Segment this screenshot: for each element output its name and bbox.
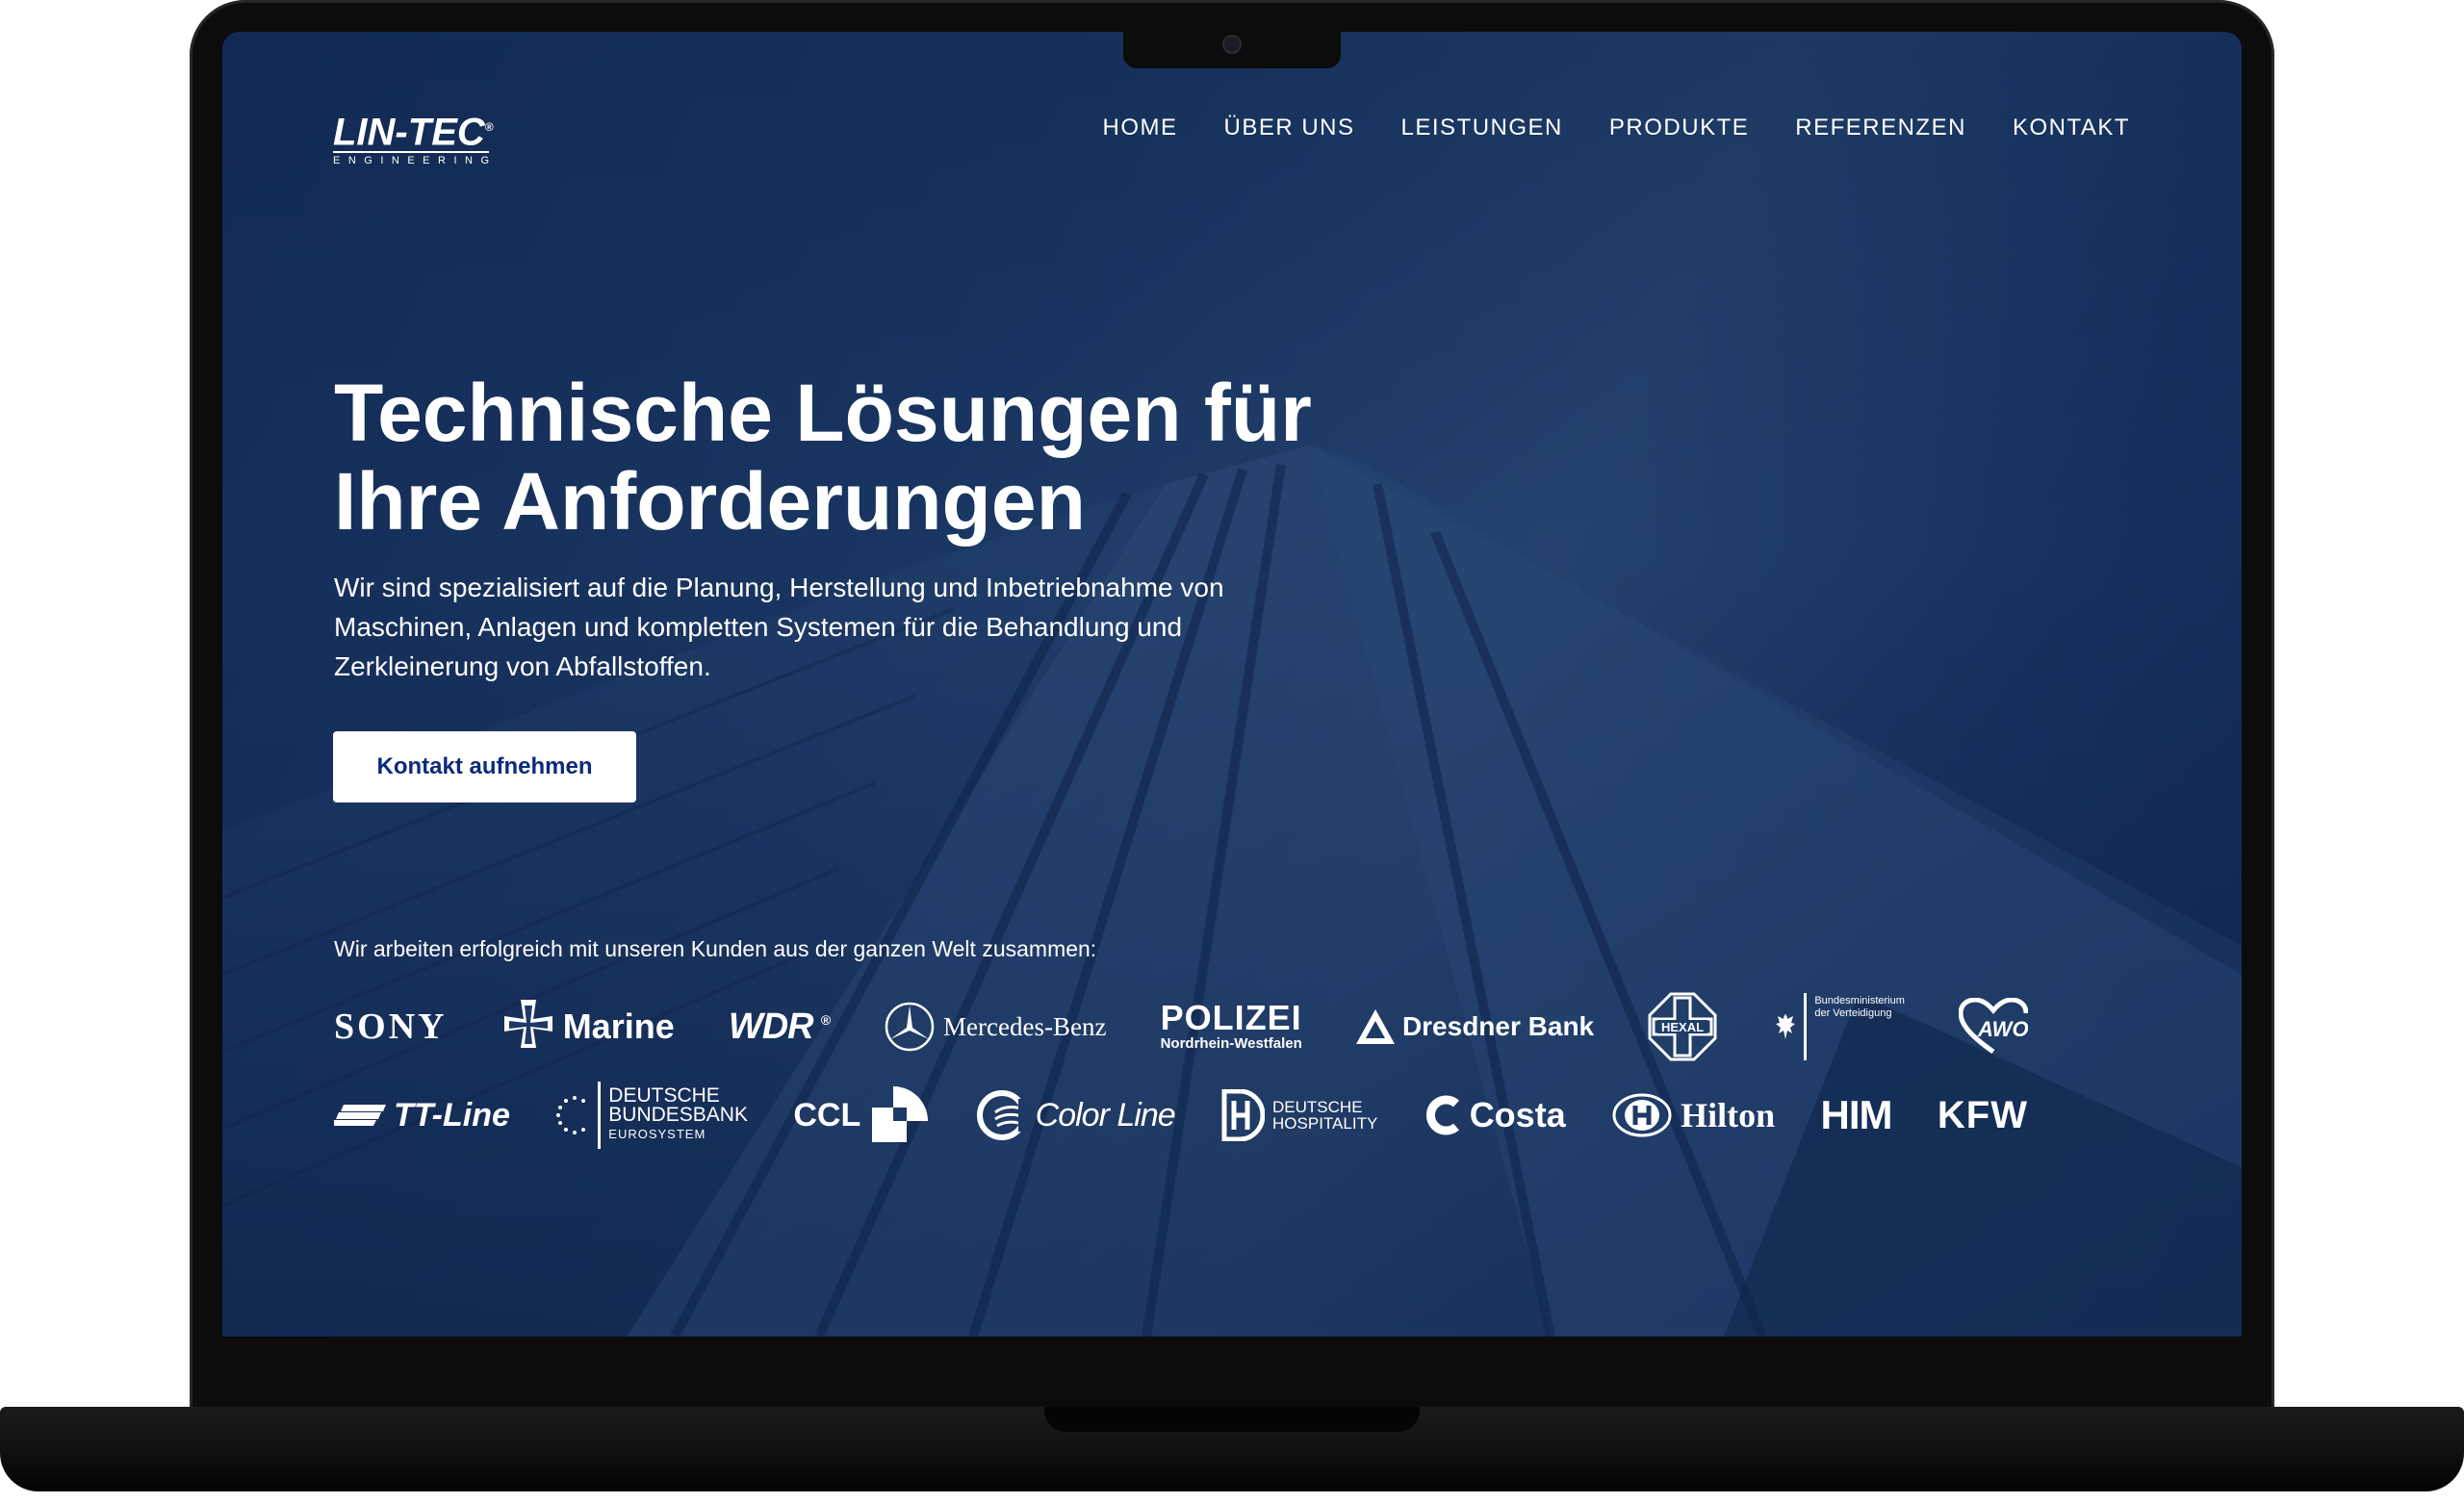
laptop-base-notch <box>1044 1407 1420 1432</box>
bundesbank-line-1: DEUTSCHE <box>608 1084 720 1107</box>
camera-icon <box>1222 35 1242 54</box>
ccl-square-icon <box>872 1086 929 1142</box>
mercedes-wordmark: Mercedes-Benz <box>943 1011 1107 1041</box>
awo-wordmark: AWO <box>1977 1017 2028 1041</box>
nav-home[interactable]: HOME <box>1102 115 1177 141</box>
costa-wordmark: Costa <box>1469 1095 1566 1134</box>
deutsche-hospitality-line-2: HOSPITALITY <box>1272 1114 1378 1133</box>
client-logo-color-line: Color Line <box>976 1089 1176 1141</box>
client-logo-kfw: KFW <box>1938 1094 2028 1137</box>
bmvg-line-2: der Verteidigung <box>1814 1007 1892 1019</box>
mercedes-star-icon <box>885 1002 935 1052</box>
hero-title: Technische Lösungen für Ihre Anforderung… <box>334 369 1393 546</box>
main-navigation: HOME ÜBER UNS LEISTUNGEN PRODUKTE REFERE… <box>1102 115 2130 141</box>
website-screen: LIN-TEC® ENGINEERING HOME ÜBER UNS LEIST… <box>222 32 2242 1337</box>
polizei-subtitle: Nordrhein-Westfalen <box>1160 1035 1302 1052</box>
logo-subtitle: ENGINEERING <box>333 151 489 166</box>
client-logos-row-1: SONY Marine WDR ® Mercedes-Benz POLIZEI N… <box>334 990 2028 1063</box>
marine-wordmark: Marine <box>562 1006 675 1046</box>
him-wordmark: HIM <box>1820 1092 1893 1137</box>
registered-icon: ® <box>820 1011 831 1028</box>
hilton-wordmark: Hilton <box>1681 1096 1776 1134</box>
client-logo-costa: Costa <box>1424 1094 1566 1136</box>
client-logo-awo: AWO <box>1959 998 2028 1056</box>
deutsche-hospitality-h-icon <box>1221 1089 1266 1141</box>
client-logo-dresdner-bank: Dresdner Bank <box>1355 1009 1595 1044</box>
tt-line-wordmark: TT-Line <box>394 1096 510 1134</box>
dresdner-wordmark: Dresdner Bank <box>1401 1011 1595 1041</box>
client-logo-deutsche-bundesbank: DEUTSCHE BUNDESBANK EUROSYSTEM <box>555 1082 748 1149</box>
nav-produkte[interactable]: PRODUKTE <box>1609 115 1749 141</box>
hexal-cross-icon: HEXAL <box>1648 992 1717 1061</box>
deutsche-hospitality-line-1: DEUTSCHE <box>1272 1098 1363 1116</box>
client-logo-ccl: CCL <box>793 1084 930 1146</box>
nav-ueber-uns[interactable]: ÜBER UNS <box>1223 115 1354 141</box>
client-logo-hexal: HEXAL <box>1648 992 1717 1061</box>
logo-registered-mark: ® <box>484 120 494 134</box>
client-logo-mercedes: Mercedes-Benz <box>884 1001 1106 1053</box>
hexal-wordmark: HEXAL <box>1661 1020 1704 1034</box>
ccl-wordmark: CCL <box>793 1096 861 1134</box>
client-logo-marine: Marine <box>501 1000 675 1054</box>
color-line-swoosh-icon <box>976 1090 1028 1140</box>
hero-title-line-2: Ihre Anforderungen <box>334 456 1086 547</box>
nav-kontakt[interactable]: KONTAKT <box>2013 115 2130 141</box>
hero-title-line-1: Technische Lösungen für <box>334 368 1312 458</box>
costa-c-icon <box>1425 1095 1459 1135</box>
polizei-wordmark: POLIZEI <box>1160 998 1302 1037</box>
color-line-wordmark: Color Line <box>1035 1096 1176 1134</box>
bundesbank-divider <box>598 1082 602 1149</box>
lintec-logo[interactable]: LIN-TEC® ENGINEERING <box>333 106 497 166</box>
bmvg-line-1: Bundesministerium <box>1814 995 1905 1006</box>
bundesbank-line-2: BUNDESBANK <box>608 1104 748 1126</box>
hero-description: Wir sind spezialisiert auf die Planung, … <box>334 573 1224 681</box>
federal-eagle-icon <box>1776 1014 1796 1039</box>
hilton-emblem-icon <box>1612 1093 1672 1137</box>
client-logo-polizei: POLIZEI Nordrhein-Westfalen <box>1160 998 1302 1052</box>
client-logo-bmvg: Bundesministerium der Verteidigung <box>1771 993 1905 1060</box>
clients-intro: Wir arbeiten erfolgreich mit unseren Kun… <box>334 936 1097 961</box>
kfw-wordmark: KFW <box>1937 1093 2028 1136</box>
client-logo-deutsche-hospitality: DEUTSCHE HOSPITALITY <box>1220 1089 1377 1141</box>
contact-cta-button[interactable]: Kontakt aufnehmen <box>333 731 636 802</box>
bundesbank-line-3: EUROSYSTEM <box>608 1127 706 1141</box>
client-logo-tt-line: TT-Line <box>334 1097 510 1134</box>
logo-wordmark: LIN-TEC <box>333 111 485 154</box>
client-logo-sony: SONY <box>334 1006 448 1048</box>
awo-heart-icon: AWO <box>1959 998 2028 1055</box>
tt-line-stripes-icon <box>334 1105 386 1126</box>
client-logo-him: HIM <box>1820 1092 1893 1138</box>
bmvg-divider <box>1804 993 1808 1060</box>
eu-stars-icon <box>556 1096 586 1134</box>
iron-cross-icon <box>503 1000 552 1048</box>
nav-leistungen[interactable]: LEISTUNGEN <box>1401 115 1563 141</box>
sony-wordmark: SONY <box>334 1006 448 1047</box>
client-logos-row-2: TT-Line DEUTSCHE BUNDESBANK EUROSYSTEM C… <box>334 1079 2028 1152</box>
nav-referenzen[interactable]: REFERENZEN <box>1795 115 1966 141</box>
dresdner-triangle-icon <box>1355 1009 1395 1044</box>
client-logo-wdr: WDR ® <box>728 1006 831 1048</box>
client-logo-hilton: Hilton <box>1611 1092 1775 1138</box>
wdr-wordmark: WDR <box>728 1006 814 1047</box>
